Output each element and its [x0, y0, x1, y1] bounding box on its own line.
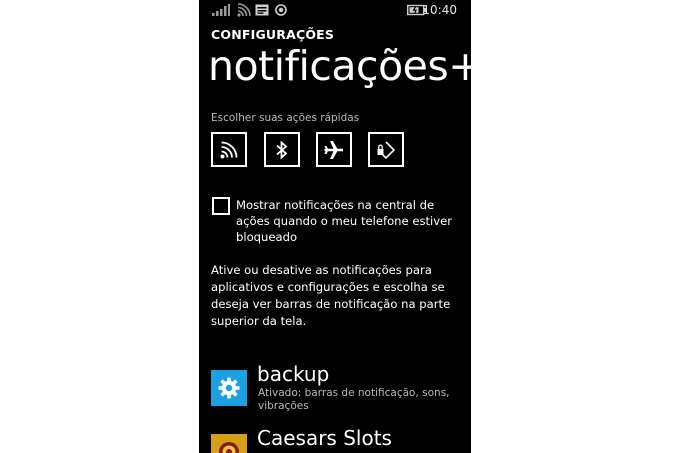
bluetooth-icon: [276, 139, 288, 160]
status-bar: 10:40: [199, 0, 471, 22]
status-time: 10:40: [422, 3, 457, 17]
app-notification-status: Ativado: barras de notificação, sons, vi…: [258, 387, 450, 412]
page-title: notificações+aç: [208, 42, 471, 90]
quick-actions-label: Escolher suas ações rápidas: [211, 112, 360, 124]
caesars-slots-logo-icon: [219, 442, 239, 453]
rotation-lock-quick-action[interactable]: [368, 132, 404, 167]
location-icon: [275, 4, 287, 16]
signal-strength-icon: [212, 4, 230, 16]
message-icon: [255, 4, 269, 16]
bluetooth-quick-action[interactable]: [264, 132, 300, 167]
app-title: CONFIGURAÇÕES: [211, 27, 335, 42]
caesars-slots-app-tile: [211, 434, 247, 453]
backup-app-tile: [211, 370, 247, 406]
notifications-description: Ative ou desative as notificações para a…: [211, 263, 451, 328]
airplane-mode-quick-action[interactable]: [316, 132, 352, 167]
app-list-item-caesars-slots[interactable]: Caesars Slots: [211, 426, 471, 453]
wifi-icon: [237, 3, 251, 17]
airplane-icon: [324, 140, 344, 159]
app-list-item-backup[interactable]: backup Ativado: barras de notificação, s…: [211, 362, 471, 414]
gear-icon: [218, 377, 240, 399]
lockscreen-notifications-checkbox[interactable]: [212, 197, 230, 215]
lockscreen-notifications-label[interactable]: Mostrar notificações na central de ações…: [236, 197, 462, 245]
rotation-lock-icon: [377, 140, 396, 159]
app-name: Caesars Slots: [257, 426, 392, 450]
wifi-icon: [220, 141, 238, 158]
wifi-quick-action[interactable]: [211, 132, 247, 167]
app-name: backup: [257, 362, 330, 386]
phone-screen: 10:40 CONFIGURAÇÕES notificações+aç Esco…: [199, 0, 471, 453]
